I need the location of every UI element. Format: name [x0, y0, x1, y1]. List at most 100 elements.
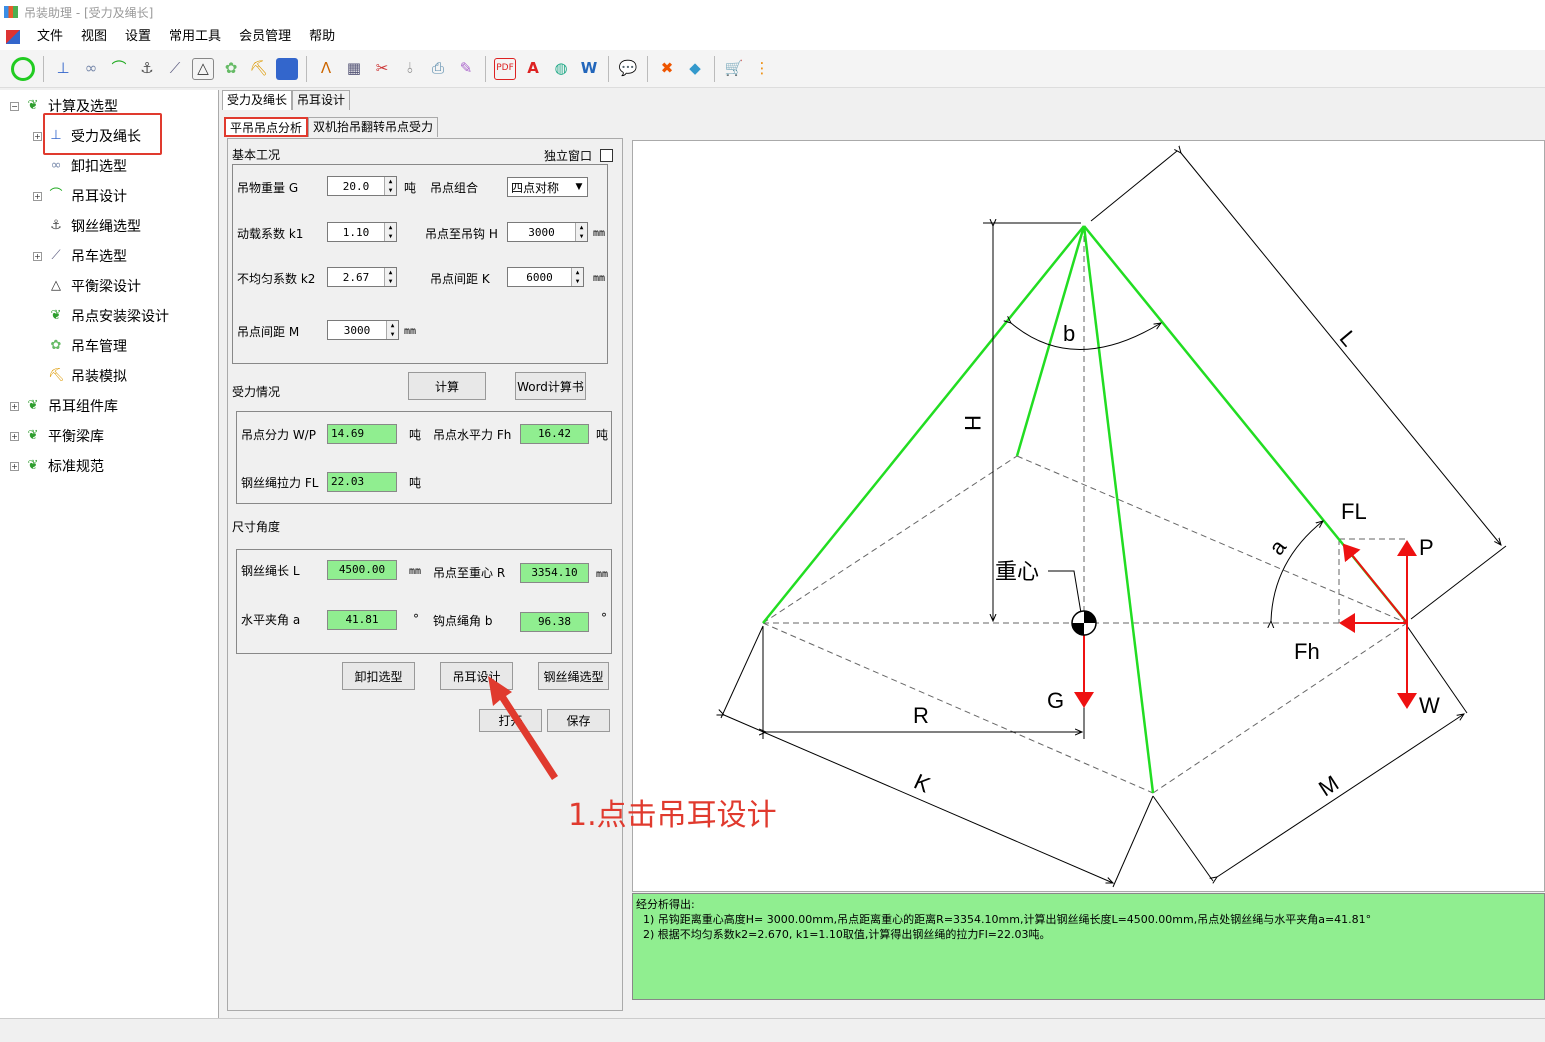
scissors-icon[interactable]: ✂: [371, 58, 393, 80]
eraser-icon[interactable]: ◆: [684, 58, 706, 80]
tab-lug-design[interactable]: 吊耳设计: [292, 90, 351, 110]
system-menu-icon[interactable]: [6, 30, 20, 44]
box-icon[interactable]: [276, 57, 298, 80]
axis-icon[interactable]: ⊥: [52, 58, 74, 80]
b-label: 钩点绳角 b: [433, 614, 493, 628]
expand-icon[interactable]: +: [33, 191, 42, 201]
toolbar-separator: [485, 55, 486, 82]
crane-icon: ⟋: [51, 248, 61, 263]
wp-label: 吊点分力 W/P: [241, 428, 316, 442]
menu-settings[interactable]: 设置: [116, 24, 160, 50]
word-report-button[interactable]: Word计算书: [515, 372, 586, 400]
cart-icon[interactable]: 🛒: [723, 58, 745, 80]
tab-dual-crane[interactable]: 双机抬吊翻转吊点受力: [308, 117, 439, 137]
a-label: 水平夹角 a: [241, 613, 301, 627]
menu-help[interactable]: 帮助: [300, 24, 344, 50]
menu-tools[interactable]: 常用工具: [160, 24, 230, 50]
calculator-icon[interactable]: ▦: [343, 58, 365, 80]
fl-label: 钢丝绳拉力 FL: [241, 476, 319, 490]
expand-icon[interactable]: +: [10, 431, 19, 441]
pen-icon[interactable]: ✎: [455, 58, 477, 80]
weight-input[interactable]: 20.0 ▲ ▼: [327, 176, 397, 196]
fl-unit: 吨: [409, 476, 422, 490]
rope-select-button[interactable]: 钢丝绳选型: [538, 662, 609, 690]
combo-label: 吊点组合: [430, 181, 479, 195]
pdf-icon[interactable]: PDF: [494, 57, 516, 80]
tree-item-lug[interactable]: + ⌒ 吊耳设计: [33, 186, 127, 206]
settings-icon[interactable]: ⋮: [751, 58, 773, 80]
tree-item-simulation[interactable]: ⛏ 吊装模拟: [48, 366, 127, 386]
tree-item-label: 平衡梁设计: [71, 279, 141, 295]
crane-icon[interactable]: ⟋: [164, 58, 186, 80]
open-button[interactable]: 打开: [479, 709, 542, 732]
fh-unit: 吨: [596, 428, 609, 442]
lift-point-combo[interactable]: 四点对称 ▼: [507, 177, 588, 197]
lug-icon[interactable]: ⌒: [108, 58, 130, 80]
tree-item-rope[interactable]: ⚓ 钢丝绳选型: [48, 216, 141, 236]
globe-icon[interactable]: ◍: [550, 58, 572, 80]
hook-input[interactable]: 3000 ▲ ▼: [507, 222, 588, 242]
fh-label: 吊点水平力 Fh: [433, 428, 512, 442]
tab-force-length[interactable]: 受力及绳长: [222, 90, 293, 110]
tab-flat-lift[interactable]: 平吊吊点分析: [224, 117, 309, 137]
tree-root-beam-lib[interactable]: + ❦ 平衡梁库: [10, 426, 104, 446]
beam-icon[interactable]: △: [192, 57, 214, 80]
tree-item-shackle[interactable]: ∞ 卸扣选型: [48, 156, 127, 176]
standalone-checkbox[interactable]: [600, 149, 613, 162]
label-fh: Fh: [1294, 639, 1320, 664]
b-output: 96.38: [520, 612, 589, 632]
tools-icon[interactable]: ✖: [656, 58, 678, 80]
tree-item-crane[interactable]: + ⟋ 吊车选型: [33, 246, 127, 266]
spacing-m-input[interactable]: 3000 ▲ ▼: [327, 320, 399, 340]
label-r: R: [913, 703, 929, 728]
excavator-icon[interactable]: ⛏: [248, 58, 270, 80]
label-h: H: [960, 415, 985, 431]
tree-item-beam[interactable]: △ 平衡梁设计: [48, 276, 141, 296]
tree-item-label: 吊车选型: [71, 249, 127, 265]
k1-input[interactable]: 1.10 ▲ ▼: [327, 222, 397, 242]
tree-root-label: 平衡梁库: [48, 429, 104, 445]
flower-icon[interactable]: ✿: [220, 58, 242, 80]
expand-icon[interactable]: +: [33, 251, 42, 261]
menu-file[interactable]: 文件: [28, 24, 72, 50]
chat-icon[interactable]: 💬: [617, 58, 639, 80]
tree-item-label: 吊点安装梁设计: [71, 309, 169, 325]
expand-icon[interactable]: +: [33, 131, 42, 141]
leaf-icon: ❦: [27, 98, 39, 113]
shackle-icon[interactable]: ∞: [80, 58, 102, 80]
word-icon[interactable]: W: [578, 58, 600, 80]
lug-design-button[interactable]: 吊耳设计: [440, 662, 513, 690]
circle-icon[interactable]: [11, 56, 35, 81]
a-output: 41.81: [327, 610, 397, 630]
tree-item-crane-mgmt[interactable]: ✿ 吊车管理: [48, 336, 127, 356]
l-label: 钢丝绳长 L: [241, 564, 300, 578]
tree-root-standards[interactable]: + ❦ 标准规范: [10, 456, 104, 476]
compass-icon[interactable]: Λ: [315, 58, 337, 80]
sling-icon[interactable]: ⚓: [136, 58, 158, 80]
r-label: 吊点至重心 R: [433, 566, 506, 580]
menu-view[interactable]: 视图: [72, 24, 116, 50]
ruler-icon[interactable]: ⫰: [399, 58, 421, 80]
printer-icon[interactable]: ⎙: [427, 58, 449, 80]
tree-root-lug-lib[interactable]: + ❦ 吊耳组件库: [10, 396, 118, 416]
tree-item-label: 吊耳设计: [71, 189, 127, 205]
fh-output: 16.42: [520, 424, 589, 444]
menu-member[interactable]: 会员管理: [230, 24, 300, 50]
r-unit: mm: [596, 569, 609, 580]
input-panel: 基本工况 独立窗口 吊物重量 G 20.0 ▲ ▼ 吨 吊点组合 四点对称 ▼ 动载系…: [227, 138, 623, 1011]
collapse-icon[interactable]: −: [10, 101, 19, 111]
tree-item-install-beam[interactable]: ❦ 吊点安装梁设计: [48, 306, 169, 326]
k2-input[interactable]: 2.67 ▲ ▼: [327, 267, 397, 287]
a-unit: °: [413, 612, 419, 626]
save-button[interactable]: 保存: [547, 709, 610, 732]
shackle-select-button[interactable]: 卸扣选型: [342, 662, 415, 690]
diagram-labels: H b L FL P a Fh G R W K M 重心: [910, 321, 1440, 801]
spacing-k-input[interactable]: 6000 ▲ ▼: [507, 267, 584, 287]
top-tabs: 受力及绳长 吊耳设计: [222, 90, 351, 110]
calculate-button[interactable]: 计算: [408, 372, 486, 400]
label-a: a: [1264, 534, 1292, 560]
toolbar: ⊥ ∞ ⌒ ⚓ ⟋ △ ✿ ⛏ Λ ▦ ✂ ⫰ ⎙ ✎ PDF A ◍ W 💬 …: [0, 50, 1545, 88]
text-a-icon[interactable]: A: [522, 58, 544, 80]
expand-icon[interactable]: +: [10, 401, 19, 411]
expand-icon[interactable]: +: [10, 461, 19, 471]
